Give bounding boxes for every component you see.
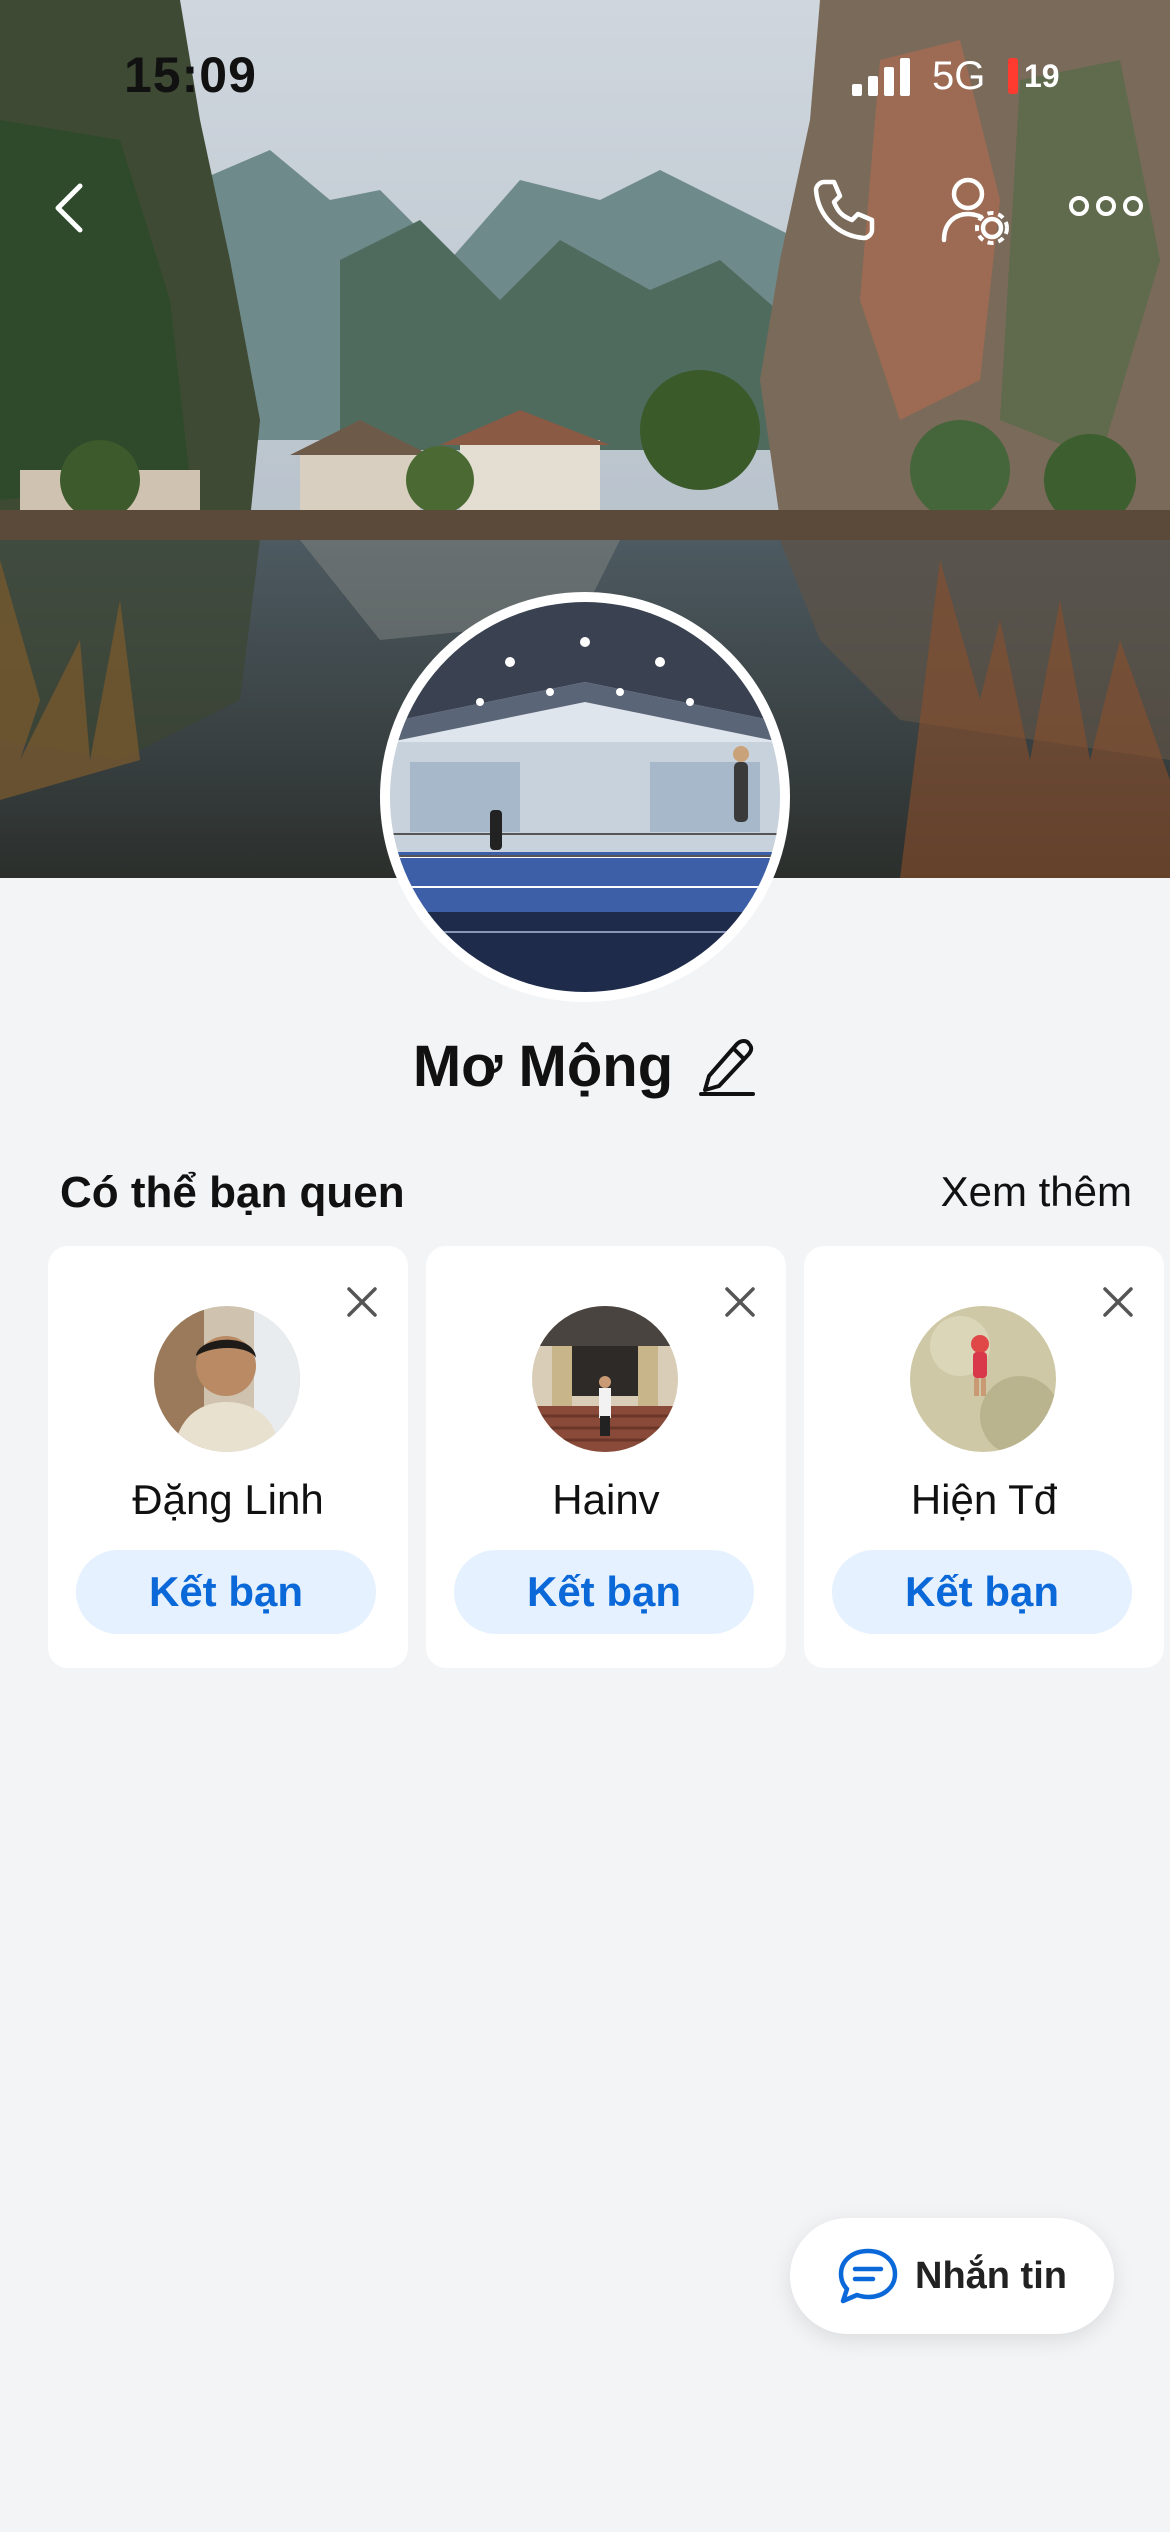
close-icon <box>725 1287 755 1317</box>
edit-name-button[interactable] <box>697 1033 757 1099</box>
add-friend-button[interactable]: Kết bạn <box>454 1550 754 1634</box>
add-friend-button[interactable]: Kết bạn <box>832 1550 1132 1634</box>
suggestion-name: Hainv <box>552 1476 660 1523</box>
battery-level: 19 <box>1024 57 1060 94</box>
status-time: 15:09 <box>124 47 257 103</box>
dismiss-button[interactable] <box>1098 1282 1138 1322</box>
avatar[interactable] <box>532 1306 678 1452</box>
pencil-icon <box>699 1039 756 1096</box>
more-dots-icon <box>1069 196 1143 216</box>
more-button[interactable] <box>1066 176 1146 236</box>
message-button[interactable]: Nhắn tin <box>790 2218 1114 2334</box>
phone-icon <box>813 179 875 241</box>
user-settings-icon <box>941 177 1009 245</box>
see-more-link[interactable]: Xem thêm <box>941 1168 1132 1216</box>
suggestion-name: Đặng Linh <box>132 1476 324 1523</box>
chat-bubble-icon <box>838 2248 898 2304</box>
suggestion-cards: Đặng Linh Kết bạn Hainv Kết bạn Hiện Tđ … <box>48 1246 1170 1668</box>
suggestion-card[interactable]: Hiện Tđ Kết bạn <box>804 1246 1164 1668</box>
back-button[interactable] <box>34 172 106 244</box>
suggestion-card[interactable]: Đặng Linh Kết bạn <box>48 1246 408 1668</box>
battery-indicator: 19 <box>1008 56 1070 96</box>
avatar[interactable] <box>910 1306 1056 1452</box>
close-icon <box>347 1287 377 1317</box>
profile-name: Mơ Mộng <box>412 1033 674 1099</box>
dismiss-button[interactable] <box>720 1282 760 1322</box>
avatar[interactable] <box>154 1306 300 1452</box>
suggestion-card[interactable]: Hainv Kết bạn <box>426 1246 786 1668</box>
profile-settings-button[interactable] <box>934 168 1018 252</box>
profile-avatar[interactable] <box>380 592 790 1002</box>
message-button-label: Nhắn tin <box>915 2254 1067 2297</box>
signal-icon <box>852 58 910 96</box>
network-type: 5G <box>932 54 986 98</box>
profile-name-row: Mơ Mộng <box>0 1026 1170 1106</box>
suggestion-name: Hiện Tđ <box>910 1476 1058 1523</box>
status-bar: 15:09 5G 19 <box>0 0 1170 150</box>
battery-icon <box>1008 58 1018 94</box>
suggestions-title: Có thể bạn quen <box>60 1168 405 1217</box>
add-friend-button[interactable]: Kết bạn <box>76 1550 376 1634</box>
chevron-left-icon <box>55 183 83 233</box>
dismiss-button[interactable] <box>342 1282 382 1322</box>
call-button[interactable] <box>804 170 882 248</box>
close-icon <box>1103 1287 1133 1317</box>
